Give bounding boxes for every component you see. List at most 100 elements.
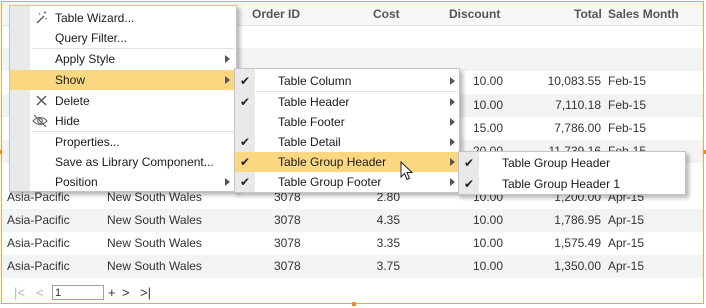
cell-cost: 3.35 — [376, 236, 400, 250]
menu-item-label: Table Column — [278, 74, 352, 88]
menu-item-label: Position — [55, 175, 98, 189]
table-row: Asia-Pacific New South Wales 3078 4.35 1… — [2, 209, 703, 232]
cell-order-id: 3078 — [274, 259, 301, 273]
column-header-total[interactable]: Total — [574, 7, 602, 21]
menu-item-label: Table Header — [278, 95, 350, 109]
table-row: Asia-Pacific New South Wales 3078 3.35 1… — [2, 232, 703, 255]
menu-item-label: Table Group Footer — [278, 175, 382, 189]
menu-item-label: Show — [55, 73, 86, 87]
cell-discount: 10.00 — [473, 213, 504, 227]
cell-total: 1,350.00 — [554, 259, 601, 273]
menu-item-table-group-header-1[interactable]: ✔ Table Group Header 1 — [459, 174, 685, 194]
menu-item-table-group-header-0[interactable]: ✔ Table Group Header — [459, 153, 685, 173]
menu-item-table-header[interactable]: ✔ Table Header — [235, 92, 459, 112]
cell-cost: 3.75 — [376, 259, 400, 273]
menu-item-table-wizard[interactable]: Table Wizard... — [10, 8, 236, 28]
submenu-arrow-icon — [450, 158, 455, 166]
pagination-bar: |< < + > >| — [2, 282, 703, 304]
group-header-submenu: ✔ Table Group Header ✔ Table Group Heade… — [458, 151, 686, 195]
submenu-arrow-icon — [225, 55, 230, 63]
menu-item-table-column[interactable]: ✔ Table Column — [235, 71, 459, 91]
cell-sales-month: Feb-15 — [608, 121, 647, 135]
context-menu: Table Wizard... Query Filter... Apply St… — [9, 5, 237, 192]
menu-item-label: Delete — [55, 94, 90, 108]
previous-page-icon[interactable]: < — [36, 285, 44, 300]
cell-discount: 10.00 — [473, 259, 504, 273]
cell-state: New South Wales — [107, 259, 202, 273]
wizard-wand-icon — [36, 11, 48, 24]
cell-discount: 10.00 — [473, 98, 504, 112]
check-icon: ✔ — [240, 155, 251, 169]
column-header-discount[interactable]: Discount — [449, 7, 500, 21]
submenu-arrow-icon — [450, 138, 455, 146]
menu-item-label: Table Wizard... — [55, 11, 135, 25]
column-header-cost[interactable]: Cost — [373, 7, 400, 21]
menu-item-table-detail[interactable]: ✔ Table Detail — [235, 132, 459, 152]
page-number-input[interactable] — [52, 285, 104, 300]
cell-sales-month: Apr-15 — [608, 259, 645, 273]
check-icon: ✔ — [240, 175, 251, 189]
check-icon: ✔ — [240, 135, 251, 149]
cell-state: New South Wales — [107, 213, 202, 227]
menu-item-hide[interactable]: Hide — [10, 111, 236, 131]
menu-item-table-group-footer[interactable]: ✔ Table Group Footer — [235, 172, 459, 192]
cell-sales-month: Apr-15 — [608, 213, 645, 227]
submenu-arrow-icon — [450, 118, 455, 126]
menu-item-label: Query Filter... — [55, 31, 128, 45]
submenu-arrow-icon — [450, 178, 455, 186]
menu-item-label: Table Group Header — [278, 155, 387, 169]
submenu-arrow-icon — [225, 178, 230, 186]
menu-item-delete[interactable]: Delete — [10, 91, 236, 111]
menu-item-query-filter[interactable]: Query Filter... — [10, 28, 236, 48]
cell-discount: 10.00 — [473, 236, 504, 250]
menu-item-position[interactable]: Position — [10, 172, 236, 192]
menu-item-table-footer[interactable]: Table Footer — [235, 112, 459, 132]
menu-item-show[interactable]: Show — [10, 70, 236, 90]
plus-icon[interactable]: + — [108, 285, 116, 300]
cell-sales-month: Feb-15 — [608, 74, 647, 88]
menu-item-properties[interactable]: Properties... — [10, 132, 236, 152]
menu-item-label: Apply Style — [55, 52, 116, 66]
cell-total: 7,110.18 — [555, 98, 601, 112]
cell-discount: 10.00 — [473, 74, 504, 88]
cell-total: 1,575.49 — [554, 236, 601, 250]
cell-region: Asia-Pacific — [7, 259, 70, 273]
hide-eye-icon — [32, 114, 48, 128]
check-icon: ✔ — [464, 177, 475, 191]
menu-item-table-group-header[interactable]: ✔ Table Group Header — [235, 152, 459, 172]
submenu-arrow-icon — [450, 98, 455, 106]
cell-region: Asia-Pacific — [7, 190, 70, 204]
column-header-sales-month[interactable]: Sales Month — [608, 7, 679, 21]
check-icon: ✔ — [240, 74, 251, 88]
check-icon: ✔ — [464, 156, 475, 170]
cell-order-id: 3078 — [274, 236, 301, 250]
show-submenu: ✔ Table Column ✔ Table Header Table Foot… — [234, 68, 460, 193]
table-row: Asia-Pacific New South Wales 3078 3.75 1… — [2, 255, 703, 278]
check-icon: ✔ — [240, 95, 251, 109]
first-page-icon[interactable]: |< — [14, 285, 25, 300]
menu-item-label: Table Group Header — [502, 156, 611, 170]
menu-item-label: Save as Library Component... — [55, 155, 214, 169]
menu-item-save-as-library[interactable]: Save as Library Component... — [10, 152, 236, 172]
cell-region: Asia-Pacific — [7, 236, 70, 250]
cell-discount: 15.00 — [473, 121, 504, 135]
cell-total: 7,786.00 — [554, 121, 601, 135]
menu-item-label: Table Detail — [278, 135, 341, 149]
cell-cost: 4.35 — [376, 213, 400, 227]
cell-sales-month: Apr-15 — [608, 236, 645, 250]
delete-x-icon — [36, 95, 47, 106]
submenu-arrow-icon — [450, 77, 455, 85]
submenu-arrow-icon — [225, 76, 230, 84]
cell-state: New South Wales — [107, 236, 202, 250]
next-page-icon[interactable]: > — [122, 285, 130, 300]
cell-region: Asia-Pacific — [7, 213, 70, 227]
menu-item-label: Table Footer — [278, 115, 345, 129]
column-header-order-id[interactable]: Order ID — [252, 7, 300, 21]
mouse-cursor-icon — [400, 161, 414, 181]
cell-sales-month: Feb-15 — [608, 98, 647, 112]
last-page-icon[interactable]: >| — [140, 285, 151, 300]
menu-item-label: Properties... — [55, 135, 120, 149]
menu-item-apply-style[interactable]: Apply Style — [10, 49, 236, 69]
cell-state: New South Wales — [107, 190, 202, 204]
menu-item-label: Hide — [55, 114, 80, 128]
